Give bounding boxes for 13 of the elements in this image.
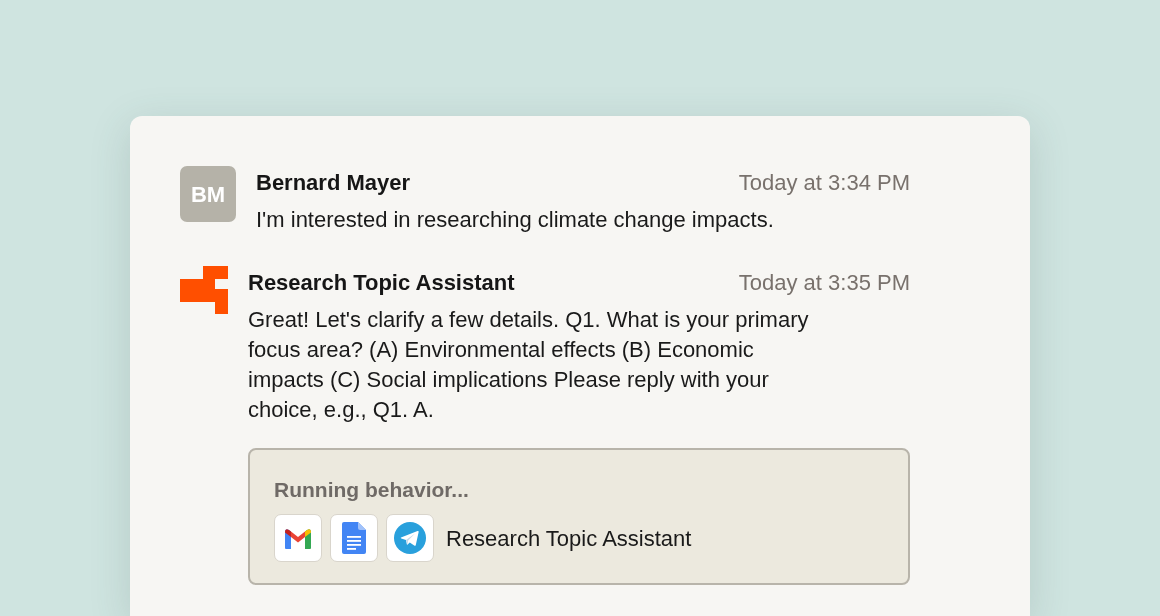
message-time: Today at 3:35 PM	[738, 268, 910, 297]
mail-icon	[274, 514, 322, 562]
paper-plane-icon	[386, 514, 434, 562]
message-text: I'm interested in researching climate change impacts.	[256, 206, 775, 234]
message-time: Today at 3:34 PM	[738, 168, 910, 197]
avatar: BM	[180, 166, 236, 222]
message-text: Great! Let's clarify a few details. Q1. What is your primary focus area? (A) Environmental effects (B) Economic impacts (C) Social implications Please reply with your choice, e.g., Q1. A.	[248, 306, 810, 424]
behavior-status: Running behavior...	[274, 477, 470, 503]
sender-name: Research Topic Assistant	[248, 268, 515, 297]
sender-name: Bernard Mayer	[256, 168, 411, 197]
behavior-label: Research Topic Assistant	[446, 524, 692, 553]
logo-icon	[180, 266, 228, 314]
document-icon	[330, 514, 378, 562]
